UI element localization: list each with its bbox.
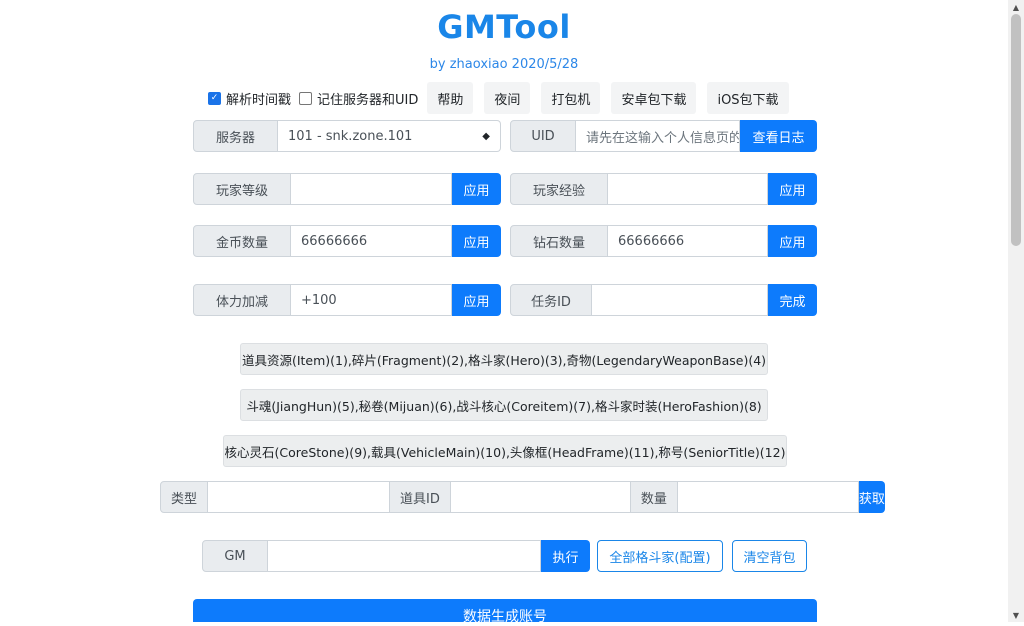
player-level-input[interactable] — [291, 173, 452, 205]
player-exp-group: 玩家经验 应用 — [510, 173, 817, 205]
item-form: 类型 道具ID 数量 获取 — [160, 481, 885, 513]
remember-server-uid-checkbox[interactable]: 记住服务器和UID — [299, 89, 418, 108]
uid-label: UID — [510, 120, 576, 152]
top-toolbar: ✓ 解析时间戳 记住服务器和UID 帮助 夜间 打包机 安卓包下载 iOS包下载 — [208, 82, 800, 114]
player-level-group: 玩家等级 应用 — [193, 173, 501, 205]
category-button-2[interactable]: 斗魂(JiangHun)(5),秘卷(Mijuan)(6),战斗核心(Corei… — [240, 389, 768, 421]
gold-label: 金币数量 — [193, 225, 291, 257]
stamina-group: 体力加减 +100 应用 — [193, 284, 501, 316]
gm-group: GM 执行 — [202, 540, 590, 572]
remember-server-uid-label: 记住服务器和UID — [317, 92, 419, 108]
diamond-label: 钻石数量 — [510, 225, 608, 257]
android-download-button[interactable]: 安卓包下载 — [611, 82, 697, 114]
uid-group: UID 请先在这输入个人信息页的UID 查看日志 — [510, 120, 817, 152]
diamond-group: 钻石数量 66666666 应用 — [510, 225, 817, 257]
task-complete-button[interactable]: 完成 — [768, 284, 817, 316]
server-label: 服务器 — [193, 120, 278, 152]
scroll-down-arrow-icon[interactable]: ▼ — [1008, 608, 1024, 622]
page-title: GMTool — [437, 8, 571, 46]
parse-timestamp-checkbox[interactable]: ✓ 解析时间戳 — [208, 89, 291, 108]
diamond-apply-button[interactable]: 应用 — [768, 225, 817, 257]
night-mode-button[interactable]: 夜间 — [484, 82, 531, 114]
player-level-apply-button[interactable]: 应用 — [452, 173, 501, 205]
scrollbar-thumb[interactable] — [1011, 14, 1021, 246]
item-type-input[interactable] — [208, 481, 391, 513]
item-type-label: 类型 — [160, 481, 209, 513]
task-label: 任务ID — [510, 284, 592, 316]
fetch-item-button[interactable]: 获取 — [858, 481, 885, 513]
packager-button[interactable]: 打包机 — [541, 82, 601, 114]
stamina-apply-button[interactable]: 应用 — [452, 284, 501, 316]
ios-download-button[interactable]: iOS包下载 — [707, 82, 789, 114]
category-button-3[interactable]: 核心灵石(CoreStone)(9),载具(VehicleMain)(10),头… — [223, 435, 787, 467]
generate-account-button[interactable]: 数据生成账号 — [193, 599, 817, 625]
view-log-button[interactable]: 查看日志 — [740, 120, 817, 152]
server-select[interactable]: 101 - snk.zone.101 ◆ — [278, 120, 501, 152]
player-exp-label: 玩家经验 — [510, 173, 608, 205]
item-id-label: 道具ID — [390, 481, 451, 513]
help-button[interactable]: 帮助 — [427, 82, 474, 114]
task-input[interactable] — [592, 284, 768, 316]
gold-group: 金币数量 66666666 应用 — [193, 225, 501, 257]
gold-apply-button[interactable]: 应用 — [452, 225, 501, 257]
gm-command-input[interactable] — [268, 540, 541, 572]
clear-bag-button[interactable]: 清空背包 — [732, 540, 807, 572]
category-button-1[interactable]: 道具资源(Item)(1),碎片(Fragment)(2),格斗家(Hero)(… — [240, 343, 768, 375]
item-quantity-input[interactable] — [677, 481, 859, 513]
gm-execute-button[interactable]: 执行 — [541, 540, 590, 572]
parse-timestamp-label: 解析时间戳 — [226, 92, 292, 108]
stamina-input[interactable]: +100 — [291, 284, 452, 316]
player-exp-input[interactable] — [608, 173, 768, 205]
task-group: 任务ID 完成 — [510, 284, 817, 316]
checkbox-checked-icon[interactable]: ✓ — [208, 91, 221, 105]
item-id-input[interactable] — [450, 481, 631, 513]
scroll-up-arrow-icon[interactable]: ▲ — [1008, 0, 1024, 14]
uid-placeholder: 请先在这输入个人信息页的UID — [586, 130, 739, 146]
gm-label: GM — [202, 540, 268, 572]
all-heroes-button[interactable]: 全部格斗家(配置) — [597, 540, 723, 572]
player-level-label: 玩家等级 — [193, 173, 291, 205]
select-caret-icon: ◆ — [482, 130, 490, 142]
item-quantity-label: 数量 — [630, 481, 678, 513]
server-group: 服务器 101 - snk.zone.101 ◆ — [193, 120, 501, 152]
player-exp-apply-button[interactable]: 应用 — [768, 173, 817, 205]
diamond-input[interactable]: 66666666 — [608, 225, 768, 257]
page-subtitle: by zhaoxiao 2020/5/28 — [429, 57, 579, 72]
gold-input[interactable]: 66666666 — [291, 225, 452, 257]
checkbox-unchecked-icon[interactable] — [299, 91, 313, 105]
stamina-label: 体力加减 — [193, 284, 291, 316]
uid-input[interactable]: 请先在这输入个人信息页的UID — [576, 120, 740, 152]
server-select-value: 101 - snk.zone.101 — [288, 128, 413, 144]
